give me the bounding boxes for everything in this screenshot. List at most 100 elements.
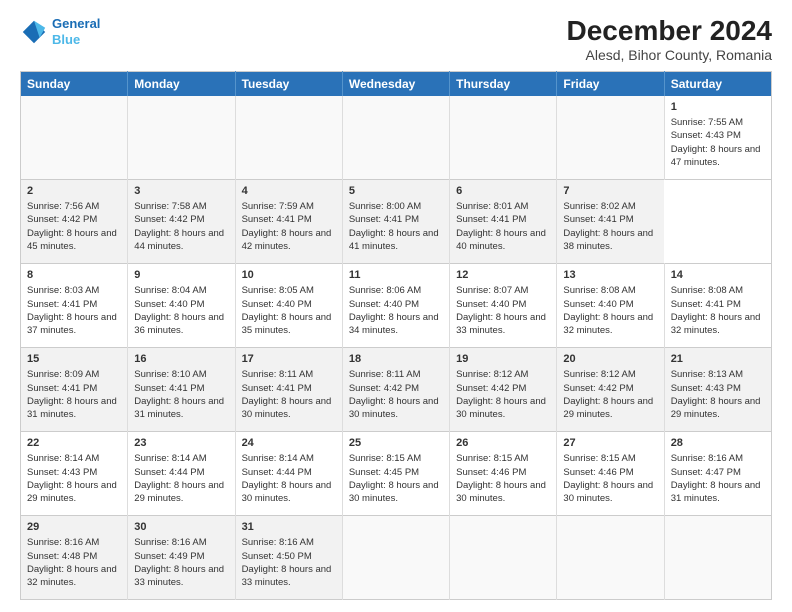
calendar-cell: 12Sunrise: 8:07 AMSunset: 4:40 PMDayligh… (450, 263, 557, 347)
col-saturday: Saturday (664, 71, 771, 96)
day-number: 6 (456, 184, 550, 199)
sunset-text: Sunset: 4:41 PM (242, 213, 336, 226)
calendar-cell (342, 96, 449, 180)
day-number: 19 (456, 352, 550, 367)
daylight-text: Daylight: 8 hours and 35 minutes. (242, 311, 336, 338)
day-number: 16 (134, 352, 228, 367)
sunset-text: Sunset: 4:41 PM (456, 213, 550, 226)
calendar-cell: 23Sunrise: 8:14 AMSunset: 4:44 PMDayligh… (128, 431, 235, 515)
calendar-cell: 21Sunrise: 8:13 AMSunset: 4:43 PMDayligh… (664, 347, 771, 431)
day-number: 17 (242, 352, 336, 367)
sunrise-text: Sunrise: 8:15 AM (349, 452, 443, 465)
col-thursday: Thursday (450, 71, 557, 96)
sunset-text: Sunset: 4:40 PM (242, 298, 336, 311)
daylight-text: Daylight: 8 hours and 29 minutes. (563, 395, 657, 422)
calendar-cell: 10Sunrise: 8:05 AMSunset: 4:40 PMDayligh… (235, 263, 342, 347)
calendar-cell (450, 515, 557, 599)
calendar-cell (664, 515, 771, 599)
calendar-cell: 26Sunrise: 8:15 AMSunset: 4:46 PMDayligh… (450, 431, 557, 515)
calendar-cell: 29Sunrise: 8:16 AMSunset: 4:48 PMDayligh… (21, 515, 128, 599)
day-number: 13 (563, 268, 657, 283)
daylight-text: Daylight: 8 hours and 41 minutes. (349, 227, 443, 254)
day-number: 5 (349, 184, 443, 199)
calendar-cell: 14Sunrise: 8:08 AMSunset: 4:41 PMDayligh… (664, 263, 771, 347)
daylight-text: Daylight: 8 hours and 30 minutes. (349, 395, 443, 422)
sunset-text: Sunset: 4:42 PM (456, 382, 550, 395)
day-number: 29 (27, 520, 121, 535)
day-number: 1 (671, 100, 765, 115)
sunset-text: Sunset: 4:42 PM (27, 213, 121, 226)
day-number: 4 (242, 184, 336, 199)
calendar-cell: 19Sunrise: 8:12 AMSunset: 4:42 PMDayligh… (450, 347, 557, 431)
calendar-cell: 1Sunrise: 7:55 AMSunset: 4:43 PMDaylight… (664, 96, 771, 180)
daylight-text: Daylight: 8 hours and 30 minutes. (349, 479, 443, 506)
day-number: 30 (134, 520, 228, 535)
sunrise-text: Sunrise: 8:11 AM (242, 368, 336, 381)
sunset-text: Sunset: 4:41 PM (27, 382, 121, 395)
calendar-cell: 18Sunrise: 8:11 AMSunset: 4:42 PMDayligh… (342, 347, 449, 431)
daylight-text: Daylight: 8 hours and 36 minutes. (134, 311, 228, 338)
calendar-week-1: 2Sunrise: 7:56 AMSunset: 4:42 PMDaylight… (21, 179, 772, 263)
sunrise-text: Sunrise: 8:14 AM (27, 452, 121, 465)
daylight-text: Daylight: 8 hours and 30 minutes. (563, 479, 657, 506)
day-number: 2 (27, 184, 121, 199)
logo-line1: General (52, 16, 100, 31)
day-number: 12 (456, 268, 550, 283)
daylight-text: Daylight: 8 hours and 32 minutes. (671, 311, 765, 338)
day-number: 3 (134, 184, 228, 199)
sunset-text: Sunset: 4:43 PM (671, 129, 765, 142)
calendar-week-4: 22Sunrise: 8:14 AMSunset: 4:43 PMDayligh… (21, 431, 772, 515)
sunrise-text: Sunrise: 8:15 AM (563, 452, 657, 465)
calendar-cell: 11Sunrise: 8:06 AMSunset: 4:40 PMDayligh… (342, 263, 449, 347)
sunrise-text: Sunrise: 8:01 AM (456, 200, 550, 213)
sunrise-text: Sunrise: 7:55 AM (671, 116, 765, 129)
day-number: 20 (563, 352, 657, 367)
sunrise-text: Sunrise: 8:06 AM (349, 284, 443, 297)
daylight-text: Daylight: 8 hours and 32 minutes. (27, 563, 121, 590)
sunrise-text: Sunrise: 8:13 AM (671, 368, 765, 381)
sunset-text: Sunset: 4:40 PM (563, 298, 657, 311)
calendar-cell (342, 515, 449, 599)
calendar-cell: 2Sunrise: 7:56 AMSunset: 4:42 PMDaylight… (21, 179, 128, 263)
day-number: 25 (349, 436, 443, 451)
calendar-cell: 8Sunrise: 8:03 AMSunset: 4:41 PMDaylight… (21, 263, 128, 347)
sunset-text: Sunset: 4:41 PM (349, 213, 443, 226)
sunrise-text: Sunrise: 8:14 AM (242, 452, 336, 465)
daylight-text: Daylight: 8 hours and 45 minutes. (27, 227, 121, 254)
daylight-text: Daylight: 8 hours and 33 minutes. (242, 563, 336, 590)
calendar-body: 1Sunrise: 7:55 AMSunset: 4:43 PM Daylight… (21, 96, 772, 600)
logo-icon (20, 18, 48, 46)
calendar-cell: 24Sunrise: 8:14 AMSunset: 4:44 PMDayligh… (235, 431, 342, 515)
daylight-text: Daylight: 8 hours and 30 minutes. (456, 395, 550, 422)
calendar-cell: 5Sunrise: 8:00 AMSunset: 4:41 PMDaylight… (342, 179, 449, 263)
calendar-cell: 31Sunrise: 8:16 AMSunset: 4:50 PMDayligh… (235, 515, 342, 599)
day-number: 22 (27, 436, 121, 451)
daylight-text: Daylight: 8 hours and 34 minutes. (349, 311, 443, 338)
calendar-cell: 17Sunrise: 8:11 AMSunset: 4:41 PMDayligh… (235, 347, 342, 431)
daylight-text: Daylight: 8 hours and 38 minutes. (563, 227, 658, 254)
daylight-text: Daylight: 8 hours and 37 minutes. (27, 311, 121, 338)
calendar-week-2: 8Sunrise: 8:03 AMSunset: 4:41 PMDaylight… (21, 263, 772, 347)
daylight-text: Daylight: 8 hours and 29 minutes. (671, 395, 765, 422)
day-number: 23 (134, 436, 228, 451)
calendar-week-5: 29Sunrise: 8:16 AMSunset: 4:48 PMDayligh… (21, 515, 772, 599)
calendar-header: Sunday Monday Tuesday Wednesday Thursday… (21, 71, 772, 96)
day-number: 11 (349, 268, 443, 283)
sunrise-text: Sunrise: 8:12 AM (563, 368, 657, 381)
sunrise-text: Sunrise: 8:16 AM (27, 536, 121, 549)
day-number: 8 (27, 268, 121, 283)
calendar-cell (21, 96, 128, 180)
sunrise-text: Sunrise: 8:07 AM (456, 284, 550, 297)
sunset-text: Sunset: 4:48 PM (27, 550, 121, 563)
day-number: 15 (27, 352, 121, 367)
calendar-cell: 4Sunrise: 7:59 AMSunset: 4:41 PMDaylight… (235, 179, 342, 263)
sunset-text: Sunset: 4:46 PM (456, 466, 550, 479)
sunrise-text: Sunrise: 8:05 AM (242, 284, 336, 297)
calendar-cell (557, 96, 664, 180)
day-number: 21 (671, 352, 765, 367)
calendar-cell: 27Sunrise: 8:15 AMSunset: 4:46 PMDayligh… (557, 431, 664, 515)
logo-line2: Blue (52, 32, 80, 47)
sunrise-text: Sunrise: 8:15 AM (456, 452, 550, 465)
daylight-text: Daylight: 8 hours and 42 minutes. (242, 227, 336, 254)
calendar-table: Sunday Monday Tuesday Wednesday Thursday… (20, 71, 772, 600)
